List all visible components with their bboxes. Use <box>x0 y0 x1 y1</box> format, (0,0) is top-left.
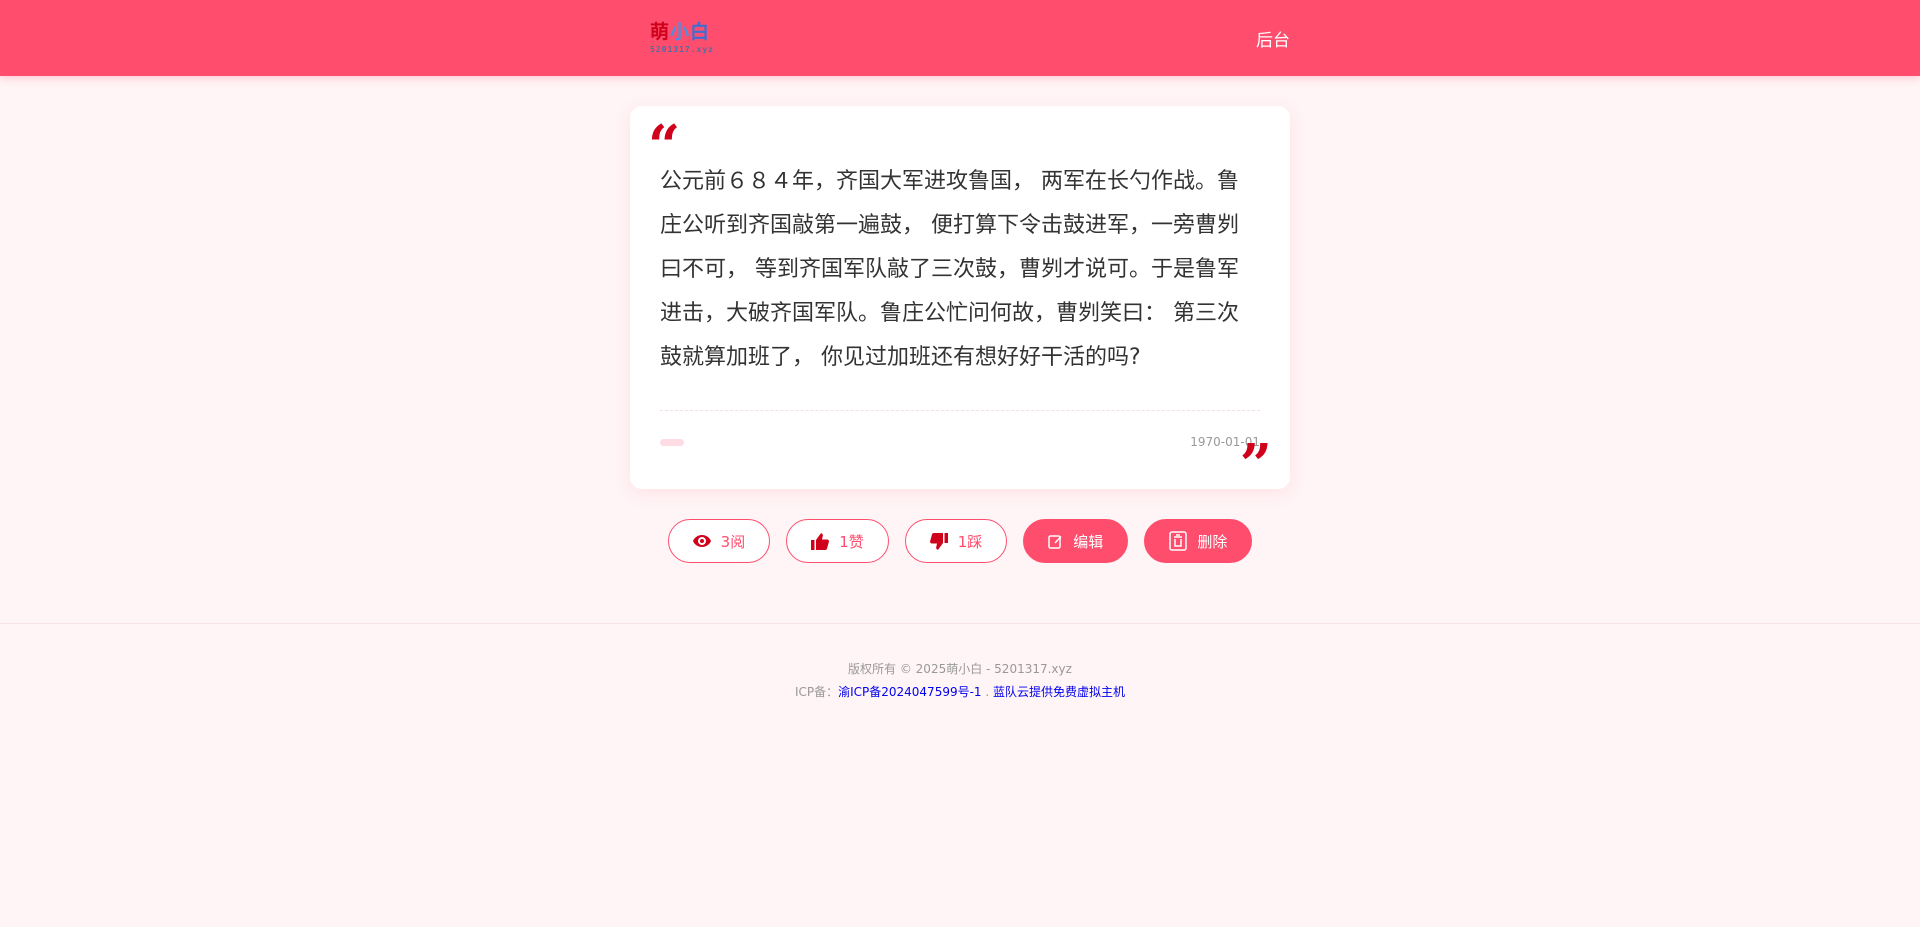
action-bar: 3阅 1赞 1踩 编辑 删除 <box>630 519 1290 563</box>
site-logo[interactable]: 萌小白 5201317.xyz <box>650 20 714 54</box>
delete-label: 删除 <box>1197 532 1228 551</box>
likes-count: 1赞 <box>839 532 864 551</box>
thumbs-up-icon <box>811 532 830 550</box>
logo-subtitle: 5201317.xyz <box>650 44 714 54</box>
post-meta: 1970-01-01 <box>660 435 1260 449</box>
edit-button[interactable]: 编辑 <box>1023 519 1129 563</box>
quote-close-icon: ” <box>1239 432 1272 498</box>
logo-char-2: 小 <box>670 20 691 43</box>
header-inner: 萌小白 5201317.xyz 后台 <box>630 0 1290 76</box>
icp-row: ICP备：渝ICP备2024047599号-1 . 蓝队云提供免费虚拟主机 <box>0 681 1920 704</box>
quote-open-icon: “ <box>648 113 681 179</box>
post-card: “ 公元前６８４年，齐国大军进攻鲁国， 两军在长勺作战。鲁庄公听到齐国敲第一遍鼓… <box>630 106 1290 498</box>
like-button[interactable]: 1赞 <box>786 519 889 563</box>
logo-char-1: 萌 <box>650 20 671 43</box>
icp-prefix: ICP备： <box>794 685 839 699</box>
thumbs-down-icon <box>929 532 948 550</box>
top-header: 萌小白 5201317.xyz 后台 <box>0 0 1920 76</box>
copyright-text: 版权所有 © 2025萌小白 - 5201317.xyz <box>848 662 1072 676</box>
post-content: 公元前６８４年，齐国大军进攻鲁国， 两军在长勺作战。鲁庄公听到齐国敲第一遍鼓， … <box>660 169 1239 370</box>
delete-button[interactable]: 删除 <box>1144 519 1253 563</box>
host-link[interactable]: 蓝队云提供免费虚拟主机 <box>993 685 1125 699</box>
views-count: 3阅 <box>720 532 746 551</box>
site-footer: 版权所有 © 2025萌小白 - 5201317.xyz ICP备：渝ICP备2… <box>0 624 1920 704</box>
icp-link[interactable]: 渝ICP备2024047599号-1 <box>838 685 981 699</box>
trash-icon <box>1169 531 1188 551</box>
edit-icon <box>1048 534 1063 549</box>
dislikes-count: 1踩 <box>957 532 983 551</box>
card-divider <box>660 410 1260 411</box>
edit-label: 编辑 <box>1073 532 1104 551</box>
admin-link[interactable]: 后台 <box>1256 26 1290 51</box>
views-button[interactable]: 3阅 <box>667 519 771 563</box>
footer-separator: . <box>985 685 990 699</box>
logo-char-3: 白 <box>690 20 711 43</box>
eye-icon <box>692 535 711 547</box>
dislike-button[interactable]: 1踩 <box>904 519 1008 563</box>
logo-text: 萌小白 <box>650 20 714 43</box>
tag-pill[interactable] <box>660 438 684 446</box>
